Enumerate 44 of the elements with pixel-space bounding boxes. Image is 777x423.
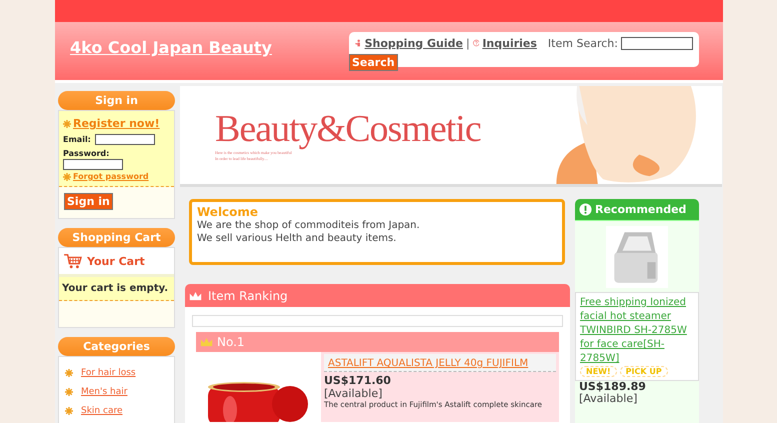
section-header: Sign in: [58, 91, 175, 110]
crown-icon: [189, 290, 202, 300]
welcome-text: We are the shop of commoditeis from Japan.: [197, 219, 421, 232]
asterisk-icon: [63, 172, 71, 180]
product-tag: PICK UP: [620, 366, 668, 377]
email-field[interactable]: [94, 134, 155, 145]
asterisk-icon: [63, 120, 71, 128]
ranking-title: Item Ranking: [208, 288, 288, 302]
header-link[interactable]: Inquiries: [482, 36, 537, 50]
forgot-password-link[interactable]: Forgot password: [73, 172, 149, 181]
separator: |: [466, 36, 470, 50]
search-label: Item Search:: [548, 36, 618, 50]
category-link[interactable]: For hair loss: [81, 368, 136, 378]
search-button[interactable]: Search: [348, 54, 398, 71]
price: US$171.60: [324, 374, 392, 387]
rank-label: No.1: [217, 335, 245, 349]
asterisk-icon: [65, 388, 73, 396]
header-link[interactable]: Shopping Guide: [364, 36, 463, 50]
cart-message: Your cart is empty.: [59, 277, 174, 301]
asterisk-icon: [65, 406, 73, 414]
category-link[interactable]: Skin care: [81, 406, 122, 416]
price: US$189.89: [578, 381, 647, 393]
section-header: Shopping Cart: [58, 228, 175, 247]
register-link[interactable]: Register now!: [73, 117, 160, 130]
welcome-text: We sell various Helth and beauty items.: [197, 232, 398, 245]
search-field[interactable]: [620, 36, 693, 50]
product-tag: NEW!: [580, 366, 617, 377]
recommended-title: Recommended: [595, 203, 686, 216]
password-field[interactable]: [63, 159, 123, 170]
product-link[interactable]: Free shipping Ionized facial hot steamer TWINBIRD SH-2785W for face care[SH-2785W]: [580, 296, 694, 366]
banner-title: Beauty&Cosmetic: [215, 108, 482, 150]
availability: [Available]: [324, 387, 384, 400]
password-label: Password:: [63, 149, 110, 158]
email-label: Email:: [63, 135, 91, 144]
category-link[interactable]: Men's hair: [81, 386, 128, 396]
crown-icon: [200, 337, 213, 347]
availability: [Available]: [578, 393, 638, 405]
section-header: Categories: [58, 337, 175, 356]
cart-icon: [63, 253, 83, 269]
sign-in-button[interactable]: Sign in: [64, 193, 113, 210]
asterisk-icon: [65, 368, 73, 376]
exclamation-icon: [579, 203, 592, 216]
welcome-title: Welcome: [197, 205, 260, 219]
site-title[interactable]: 4ko Cool Japan Beauty: [70, 38, 272, 57]
